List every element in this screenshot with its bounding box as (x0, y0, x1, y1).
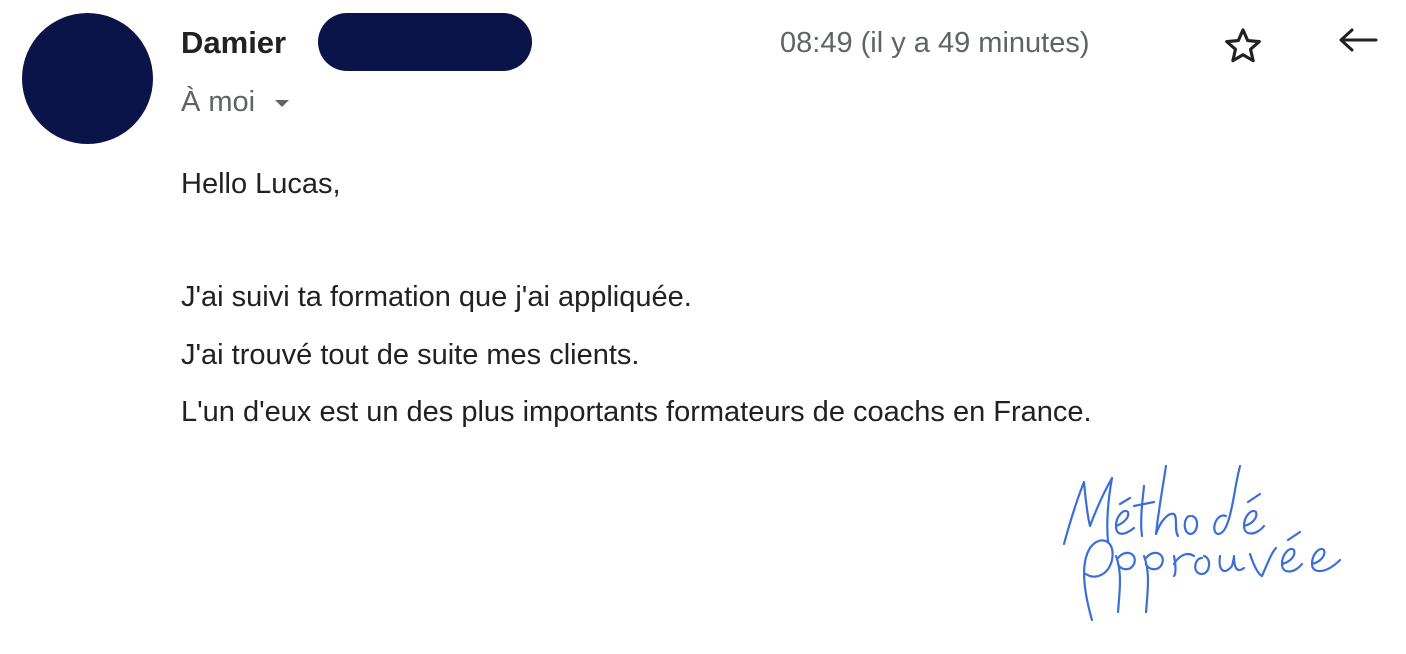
sender-name[interactable]: Damier (181, 23, 286, 63)
recipient-dropdown[interactable]: À moi (181, 82, 290, 122)
recipient-label: À moi (181, 85, 256, 118)
timestamp: 08:49 (il y a 49 minutes) (780, 27, 1090, 59)
avatar[interactable] (22, 13, 153, 144)
email-greeting: Hello Lucas, (181, 168, 341, 200)
email-body-line: J'ai trouvé tout de suite mes clients. (181, 339, 640, 371)
redaction-block (318, 13, 532, 71)
email-body-line: L'un d'eux est un des plus importants fo… (181, 396, 1092, 428)
star-button[interactable] (1222, 25, 1264, 67)
approval-stamp (1062, 464, 1342, 622)
reply-arrow-icon (1339, 28, 1378, 52)
email-body-line: J'ai suivi ta formation que j'ai appliqu… (181, 281, 692, 313)
reply-button[interactable] (1336, 25, 1378, 65)
star-outline-icon (1225, 28, 1261, 63)
caret-down-icon (275, 99, 290, 107)
